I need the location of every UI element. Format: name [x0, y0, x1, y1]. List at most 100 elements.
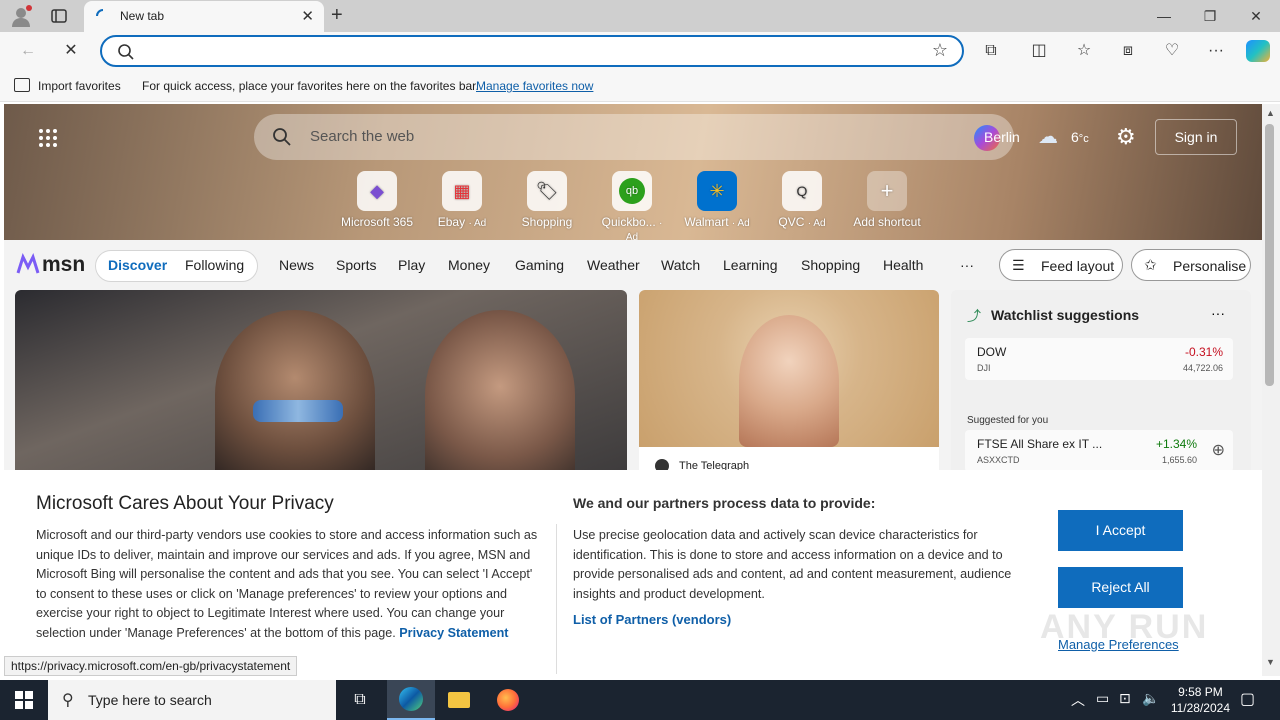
nav-sports[interactable]: Sports: [336, 257, 376, 273]
import-favorites-label[interactable]: Import favorites: [38, 79, 121, 93]
nav-weather[interactable]: Weather: [587, 257, 640, 273]
sign-in-button[interactable]: Sign in: [1155, 119, 1237, 155]
tab-actions-icon[interactable]: [50, 7, 68, 25]
network-icon[interactable]: ⊡: [1119, 690, 1131, 707]
tray-chevron-icon[interactable]: ︿: [1071, 690, 1085, 710]
nav-gaming[interactable]: Gaming: [515, 257, 564, 273]
split-screen-icon[interactable]: ◫: [1028, 40, 1050, 62]
nav-play[interactable]: Play: [398, 257, 425, 273]
scroll-thumb[interactable]: [1265, 124, 1274, 386]
shopping-tag-icon: 🏷: [527, 171, 567, 211]
watchlist-more-button[interactable]: ···: [1211, 305, 1225, 321]
nav-learning[interactable]: Learning: [723, 257, 778, 273]
address-input[interactable]: [142, 41, 922, 61]
search-icon: [117, 43, 135, 61]
edge-taskbar-icon[interactable]: [387, 680, 435, 720]
accept-button[interactable]: I Accept: [1058, 510, 1183, 551]
status-url: https://privacy.microsoft.com/en-gb/priv…: [11, 659, 291, 673]
nav-health[interactable]: Health: [883, 257, 923, 273]
page-settings-icon[interactable]: ⚙: [1116, 124, 1136, 150]
add-to-watchlist-icon[interactable]: ⊕: [1212, 440, 1225, 460]
shortcut-shopping[interactable]: 🏷 Shopping: [510, 171, 584, 229]
favorites-icon[interactable]: ☆: [1073, 40, 1095, 62]
weather-location[interactable]: Berlin: [984, 129, 1020, 145]
trend-icon: ⤴: [967, 308, 981, 324]
back-arrow-icon[interactable]: ←: [17, 40, 39, 62]
status-url-bar: https://privacy.microsoft.com/en-gb/priv…: [4, 656, 298, 676]
tab-discover[interactable]: Discover: [108, 257, 167, 273]
minimize-button[interactable]: —: [1144, 4, 1184, 28]
vertical-scrollbar[interactable]: ▲ ▼: [1262, 104, 1280, 676]
restore-button[interactable]: ❐: [1190, 4, 1230, 28]
shortcut-quickbooks[interactable]: qb Quickbo... · Ad: [595, 171, 669, 243]
extensions-icon[interactable]: ⧉: [980, 40, 1002, 62]
browser-essentials-icon[interactable]: ♡: [1161, 40, 1183, 62]
clock-time: 9:58 PM: [1178, 685, 1223, 699]
stock-row-dow[interactable]: DOW DJI -0.31% 44,722.06: [965, 338, 1233, 380]
shortcut-label: QVC: [778, 215, 805, 229]
stop-loading-icon[interactable]: ✕: [60, 40, 82, 62]
process-title: We and our partners process data to prov…: [573, 495, 876, 511]
manage-favorites-link[interactable]: Manage favorites now: [476, 79, 593, 93]
process-body-text: Use precise geolocation data and activel…: [573, 528, 1012, 601]
apps-grid-icon[interactable]: [38, 128, 58, 148]
taskbar-clock[interactable]: 9:58 PM 11/28/2024: [1171, 684, 1230, 716]
clock-date: 11/28/2024: [1170, 701, 1230, 715]
stock-row-ftse[interactable]: FTSE All Share ex IT ... ASXXCTD +1.34% …: [965, 430, 1233, 472]
start-button[interactable]: [0, 680, 48, 720]
story-card-telegraph[interactable]: The Telegraph: [639, 290, 939, 480]
nav-shopping[interactable]: Shopping: [801, 257, 860, 273]
temperature[interactable]: 6°c: [1071, 129, 1089, 145]
scroll-down-icon[interactable]: ▼: [1266, 657, 1275, 667]
settings-more-icon[interactable]: ···: [1205, 40, 1227, 62]
privacy-body-text: Microsoft and our third-party vendors us…: [36, 528, 538, 640]
web-search-box[interactable]: Search the web: [254, 114, 1014, 160]
collections-icon[interactable]: ⧈: [1117, 40, 1139, 62]
personalise-button[interactable]: ✩ Personalise: [1131, 249, 1251, 281]
browser-toolbar: ← ✕ ☆ ⧉ ◫ ☆ ⧈ ♡ ···: [0, 32, 1280, 70]
new-tab-button[interactable]: +: [331, 4, 351, 28]
file-explorer-icon[interactable]: [435, 680, 483, 720]
tab-new-tab[interactable]: New tab ✕: [84, 1, 324, 32]
add-shortcut-button[interactable]: + Add shortcut: [850, 171, 924, 229]
copilot-icon[interactable]: [1246, 40, 1270, 62]
profile-icon[interactable]: [10, 5, 32, 27]
privacy-statement-link[interactable]: Privacy Statement: [399, 626, 508, 640]
shortcut-microsoft365[interactable]: ◆ Microsoft 365: [340, 171, 414, 229]
tab-close-icon[interactable]: ✕: [301, 7, 314, 25]
watchlist-title: Watchlist suggestions: [991, 307, 1140, 323]
reject-all-button[interactable]: Reject All: [1058, 567, 1183, 608]
address-bar[interactable]: ☆: [100, 35, 964, 67]
close-window-button[interactable]: ✕: [1236, 4, 1276, 28]
hero-background: Search the web Berlin ☁ 6°c ⚙ Sign in ◆ …: [4, 104, 1262, 243]
nav-watch[interactable]: Watch: [661, 257, 700, 273]
nav-news[interactable]: News: [279, 257, 314, 273]
tab-following[interactable]: Following: [185, 257, 244, 273]
volume-icon[interactable]: 🔈: [1142, 690, 1159, 707]
msn-brand: msn: [42, 253, 86, 276]
shortcut-label: Quickbo...: [601, 215, 656, 229]
scroll-up-icon[interactable]: ▲: [1266, 108, 1275, 118]
task-view-icon[interactable]: ⧉: [336, 680, 384, 720]
tray-device-icon[interactable]: ▭: [1096, 690, 1109, 707]
shortcut-walmart[interactable]: ✳ Walmart · Ad: [680, 171, 754, 229]
partners-link[interactable]: List of Partners (vendors): [573, 610, 1033, 630]
nav-more-button[interactable]: ···: [960, 257, 974, 273]
ad-badge: · Ad: [731, 218, 750, 229]
msn-logo[interactable]: msn: [16, 251, 85, 279]
taskbar-search-box[interactable]: ⚲ Type here to search: [48, 680, 336, 720]
story-image: [215, 310, 375, 480]
story-image-person: [739, 315, 839, 447]
feed-layout-button[interactable]: ☰ Feed layout: [999, 249, 1123, 281]
top-story-card[interactable]: [15, 290, 627, 480]
stock-value: 1,655.60: [1161, 455, 1197, 465]
watermark: ANY RUN: [1040, 608, 1209, 646]
import-favorites-icon[interactable]: [14, 78, 30, 92]
notification-icon[interactable]: ▢: [1240, 689, 1255, 709]
shortcut-ebay[interactable]: ▦ Ebay · Ad: [425, 171, 499, 229]
firefox-icon[interactable]: [484, 680, 532, 720]
shortcut-qvc[interactable]: Q QVC · Ad: [765, 171, 839, 229]
personalise-icon: ✩: [1144, 257, 1157, 274]
nav-money[interactable]: Money: [448, 257, 490, 273]
favorite-star-icon[interactable]: ☆: [932, 40, 948, 61]
